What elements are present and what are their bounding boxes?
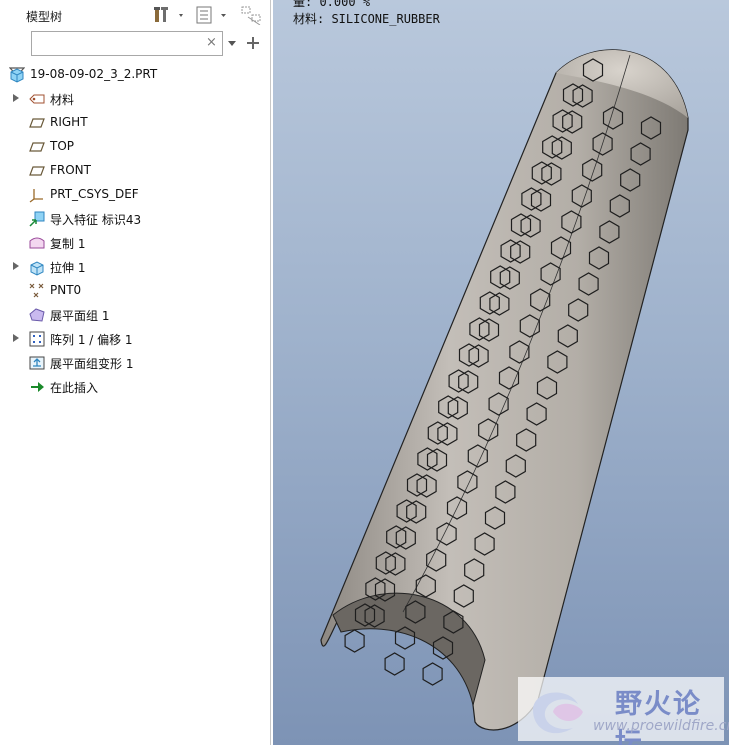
- copy-icon: [29, 237, 45, 249]
- tree-item-label: 材料: [50, 93, 75, 107]
- clear-search-icon[interactable]: ×: [206, 35, 217, 50]
- watermark-logo-icon: [533, 692, 583, 734]
- tree-item-label: 展平面组 1: [50, 309, 110, 323]
- tree-item-label: 复制 1: [50, 237, 86, 251]
- tree-item-flatten-quilt[interactable]: 展平面组 1: [0, 303, 270, 327]
- part-icon: [10, 68, 24, 83]
- tree-item-label: TOP: [50, 139, 75, 153]
- tree-item-label: 19-08-09-02_3_2.PRT: [30, 67, 158, 81]
- add-icon[interactable]: [246, 36, 260, 50]
- show-options-icon[interactable]: [196, 5, 232, 25]
- hex-hole: [422, 662, 443, 686]
- search-input[interactable]: [31, 31, 223, 56]
- hex-hole: [384, 652, 405, 676]
- tree-item-label: 阵列 1 / 偏移 1: [50, 333, 133, 347]
- perforated-sleeve-model[interactable]: [273, 0, 729, 745]
- tree-item-label: 展平面组变形 1: [50, 357, 134, 371]
- tree-item-material[interactable]: 材料: [0, 87, 270, 111]
- graphics-viewport[interactable]: 量: 0.000 % 材料: SILICONE_RUBBER 野火论坛 www.…: [273, 0, 729, 745]
- expand-arrow-icon[interactable]: [13, 334, 19, 342]
- search-dropdown-icon[interactable]: [227, 39, 237, 47]
- tree-item-extrude[interactable]: 拉伸 1: [0, 255, 270, 279]
- tree-item-insert-here[interactable]: 在此插入: [0, 375, 270, 399]
- tree-item-flatten-deform[interactable]: 展平面组变形 1: [0, 351, 270, 375]
- insert-here-arrow-icon: [31, 382, 44, 392]
- model-tree-panel: 模型树 × 19-08-09-02_3_2.PRT 材料 RIGHT TOP F…: [0, 0, 271, 745]
- tree-item-front[interactable]: FRONT: [0, 159, 270, 183]
- datum-plane-icon: [29, 166, 45, 176]
- tree-item-right[interactable]: RIGHT: [0, 111, 270, 135]
- watermark-name: 野火论坛: [615, 689, 702, 745]
- expand-arrow-icon[interactable]: [13, 262, 19, 270]
- tree-item-copy[interactable]: 复制 1: [0, 231, 270, 255]
- tree-item-csys[interactable]: PRT_CSYS_DEF: [0, 183, 270, 207]
- extrude-icon: [30, 261, 44, 276]
- datum-plane-icon: [29, 118, 45, 128]
- tree-item-label: 在此插入: [50, 381, 99, 395]
- tree-item-top[interactable]: TOP: [0, 135, 270, 159]
- tree-item-pattern[interactable]: 阵列 1 / 偏移 1: [0, 327, 270, 351]
- tree-item-label: 拉伸 1: [50, 261, 86, 275]
- material-icon: [29, 94, 45, 104]
- coordinate-system-icon: [29, 189, 43, 203]
- pattern-icon: [29, 331, 45, 347]
- expand-arrow-icon[interactable]: [13, 94, 19, 102]
- model-tree-tab[interactable]: 模型树: [26, 8, 62, 25]
- model-tree-header: 模型树: [0, 0, 270, 30]
- tree-item-label: PRT_CSYS_DEF: [50, 187, 139, 201]
- settings-tools-icon[interactable]: [153, 5, 185, 25]
- hex-hole: [344, 629, 365, 653]
- datum-point-icon: [29, 283, 44, 298]
- flatten-quilt-icon: [29, 308, 45, 322]
- tree-item-label: RIGHT: [50, 115, 88, 129]
- tree-item-import[interactable]: 导入特征 标识43: [0, 207, 270, 231]
- tree-item-pnt0[interactable]: PNT0: [0, 279, 270, 303]
- tree-item-part[interactable]: 19-08-09-02_3_2.PRT: [0, 63, 270, 87]
- tree-item-label: FRONT: [50, 163, 91, 177]
- import-feature-icon: [29, 211, 45, 227]
- datum-plane-icon: [29, 142, 45, 152]
- flatten-deform-icon: [29, 356, 45, 370]
- tree-item-label: 导入特征 标识43: [50, 213, 142, 227]
- layer-tree-icon[interactable]: [240, 5, 264, 25]
- tree-item-label: PNT0: [50, 283, 82, 297]
- watermark-url: www.proewildfire.cn: [593, 718, 729, 734]
